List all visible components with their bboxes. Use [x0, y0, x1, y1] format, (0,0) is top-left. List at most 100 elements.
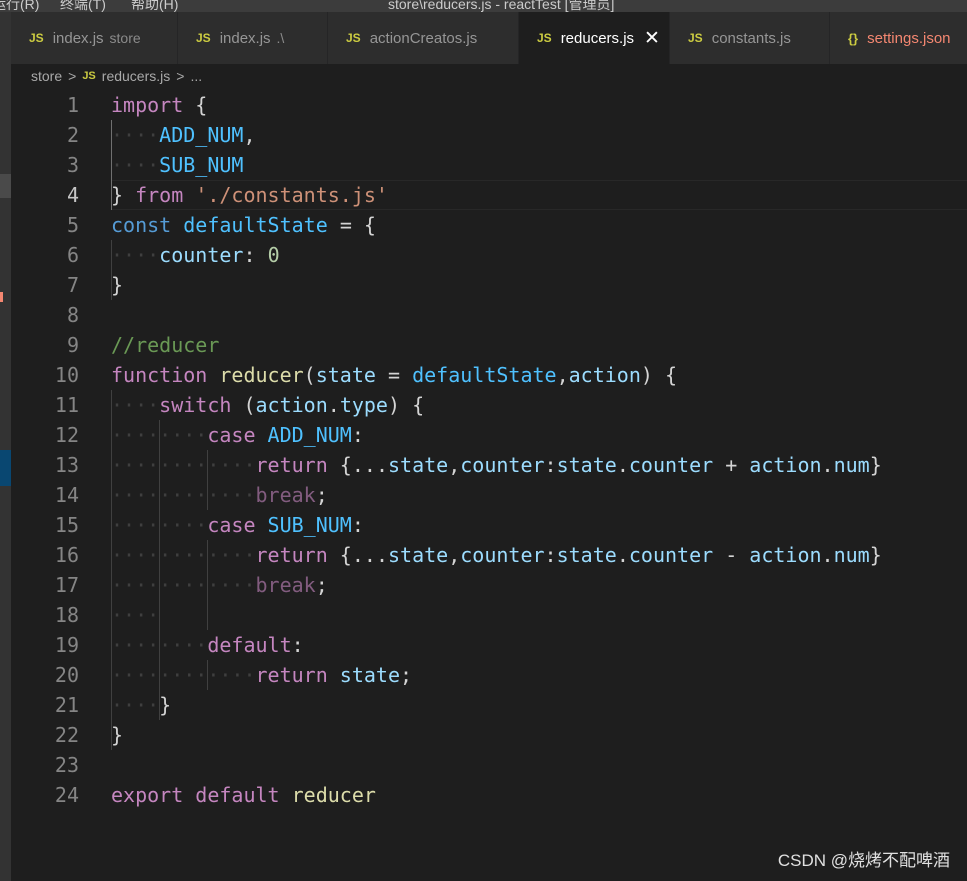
code-line[interactable]: 8: [11, 300, 967, 330]
line-number: 18: [54, 603, 79, 627]
line-number: 12: [54, 423, 79, 447]
tab-label: index.js: [52, 29, 104, 47]
tab-index-root[interactable]: JS index.js .\: [178, 12, 328, 64]
tab-reducers[interactable]: JS reducers.js ✕: [519, 12, 670, 64]
editor-tab-bar: JS index.js store JS index.js .\ JS acti…: [11, 12, 967, 64]
code-line[interactable]: 17 ············break;: [11, 570, 967, 600]
close-icon[interactable]: ✕: [644, 29, 660, 48]
code-line[interactable]: 18 ····: [11, 600, 967, 630]
line-number: 10: [54, 363, 79, 387]
javascript-file-icon: JS: [29, 31, 44, 45]
indent-guide: [207, 660, 209, 690]
indent-guide: [207, 540, 209, 630]
code-line[interactable]: 11 ····switch (action.type) {: [11, 390, 967, 420]
javascript-file-icon: JS: [688, 31, 703, 45]
breadcrumb: store > JS reducers.js > ...: [11, 64, 967, 88]
line-number: 1: [66, 93, 79, 117]
code-text: ············return state;: [111, 663, 413, 687]
code-line[interactable]: 5 const defaultState = {: [11, 210, 967, 240]
line-number: 3: [66, 153, 79, 177]
code-text: const defaultState = {: [111, 213, 376, 237]
tab-action-creators[interactable]: JS actionCreatos.js: [328, 12, 519, 64]
code-line[interactable]: 24 export default reducer: [11, 780, 967, 810]
indent-guide: [111, 120, 112, 210]
indent-guide: [159, 420, 161, 720]
chevron-right-icon: >: [176, 68, 185, 84]
line-number: 17: [54, 573, 79, 597]
code-text: //reducer: [111, 333, 220, 357]
breadcrumb-symbols[interactable]: ...: [190, 68, 202, 84]
code-line[interactable]: 6 ····counter: 0: [11, 240, 967, 270]
tab-constants[interactable]: JS constants.js: [670, 12, 830, 64]
line-number: 7: [66, 273, 79, 297]
code-text: ····ADD_NUM,: [111, 123, 256, 147]
code-line[interactable]: 20 ············return state;: [11, 660, 967, 690]
code-line[interactable]: 19 ········default:: [11, 630, 967, 660]
line-number: 11: [54, 393, 79, 417]
indent-guide: [111, 390, 112, 750]
javascript-file-icon: JS: [196, 31, 211, 45]
code-line[interactable]: 10 function reducer(state = defaultState,…: [11, 360, 967, 390]
line-number: 5: [66, 213, 79, 237]
indent-guide: [111, 240, 112, 300]
code-line[interactable]: 23: [11, 750, 967, 780]
line-number: 21: [54, 693, 79, 717]
activity-badge-icon: [0, 292, 3, 302]
code-text: } from './constants.js': [111, 183, 388, 207]
breadcrumb-folder[interactable]: store: [31, 68, 62, 84]
title-bar: 运行(R) 终端(T) 帮助(H) store\reducers.js - re…: [0, 0, 967, 12]
line-number: 19: [54, 633, 79, 657]
code-text: ····}: [111, 693, 172, 717]
code-line[interactable]: 2 ····ADD_NUM,: [11, 120, 967, 150]
menu-help[interactable]: 帮助(H): [131, 0, 178, 12]
chevron-right-icon: >: [68, 68, 77, 84]
menu-run[interactable]: 运行(R): [0, 0, 39, 12]
javascript-file-icon: JS: [346, 31, 361, 45]
tab-description: store: [109, 30, 141, 46]
code-text: ····: [111, 603, 160, 627]
code-line[interactable]: 22}: [11, 720, 967, 750]
code-line[interactable]: 16 ············return {...state,counter:s…: [11, 540, 967, 570]
code-text: ············return {...state,counter:sta…: [111, 453, 882, 477]
tab-label: index.js: [219, 29, 271, 47]
line-number: 13: [54, 453, 79, 477]
code-line[interactable]: 4} from './constants.js': [11, 180, 967, 210]
code-text: ········case SUB_NUM:: [111, 513, 364, 537]
javascript-file-icon: JS: [537, 31, 552, 45]
code-line[interactable]: 13 ············return {...state,counter:s…: [11, 450, 967, 480]
line-number: 20: [54, 663, 79, 687]
window-title: store\reducers.js - reactTest [管理员]: [388, 0, 615, 12]
indent-guide: [207, 450, 209, 510]
code-line[interactable]: 1 import {: [11, 90, 967, 120]
code-text: ········default:: [111, 633, 304, 657]
code-editor[interactable]: 1 import { 2 ····ADD_NUM, 3 ····SUB_NUM 4} fro…: [11, 90, 967, 881]
line-number: 22: [54, 723, 79, 747]
tab-label: settings.json: [867, 29, 951, 47]
code-line[interactable]: 14 ············break;: [11, 480, 967, 510]
code-text: function reducer(state = defaultState,ac…: [111, 363, 678, 387]
code-text: export default reducer: [111, 783, 376, 807]
code-text: ············break;: [111, 573, 328, 597]
code-line[interactable]: 12 ········case ADD_NUM:: [11, 420, 967, 450]
json-file-icon: {}: [848, 30, 859, 46]
code-line[interactable]: 7}: [11, 270, 967, 300]
code-line[interactable]: 3 ····SUB_NUM: [11, 150, 967, 180]
tab-index-store[interactable]: JS index.js store: [11, 12, 178, 64]
line-number: 15: [54, 513, 79, 537]
menu-terminal[interactable]: 终端(T): [60, 0, 106, 12]
code-line[interactable]: 9 //reducer: [11, 330, 967, 360]
code-text: }: [111, 723, 124, 747]
code-line[interactable]: 15 ········case SUB_NUM:: [11, 510, 967, 540]
watermark: CSDN @烧烤不配啤酒: [777, 851, 950, 870]
tab-description: .\: [276, 30, 285, 46]
activity-item-indicator[interactable]: [0, 174, 11, 198]
line-number: 23: [54, 753, 79, 777]
activity-bar: [0, 12, 11, 881]
code-text: import {: [111, 93, 208, 117]
line-number: 16: [54, 543, 79, 567]
breadcrumb-file[interactable]: reducers.js: [102, 68, 170, 84]
code-text: ············break;: [111, 483, 328, 507]
tab-settings-json[interactable]: {} settings.json: [830, 12, 967, 64]
code-line[interactable]: 21 ····}: [11, 690, 967, 720]
activity-item-selected[interactable]: [0, 450, 11, 486]
